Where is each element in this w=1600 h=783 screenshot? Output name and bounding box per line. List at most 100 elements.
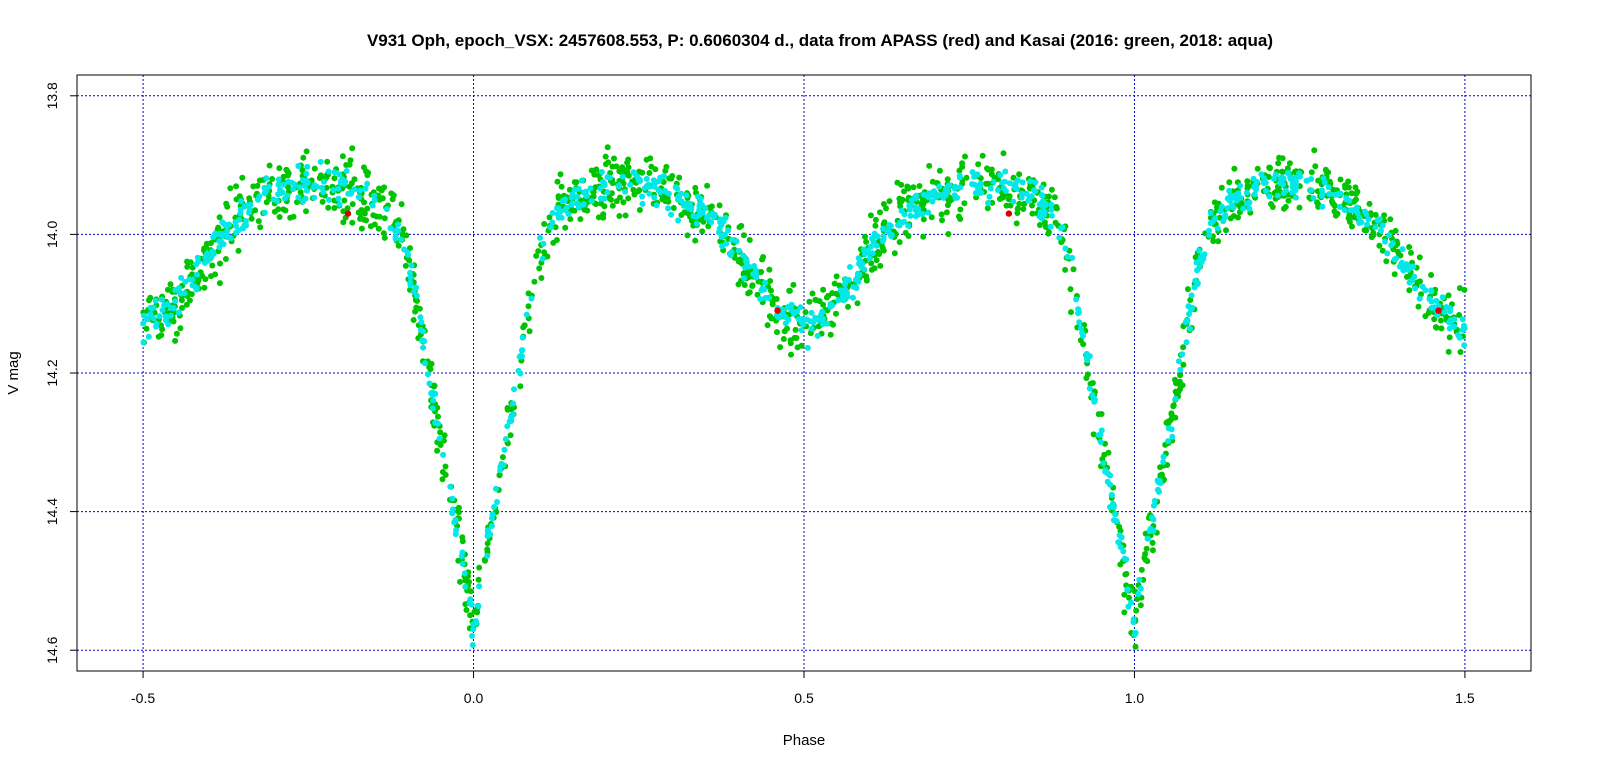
data-point <box>224 203 231 210</box>
data-point <box>886 222 893 228</box>
data-point <box>408 262 415 269</box>
data-point <box>1135 591 1142 598</box>
data-point <box>723 240 730 247</box>
data-point <box>857 257 864 264</box>
data-point <box>588 167 595 174</box>
data-point <box>1095 432 1102 438</box>
data-point <box>303 170 310 177</box>
data-point <box>319 198 326 205</box>
data-point <box>768 287 774 294</box>
data-point <box>1047 223 1054 230</box>
data-point <box>683 192 690 199</box>
data-point <box>1279 155 1286 162</box>
data-point <box>1415 303 1422 310</box>
data-point <box>601 203 608 210</box>
data-point <box>1432 324 1439 331</box>
data-point <box>574 193 581 200</box>
apass-point <box>774 307 781 314</box>
data-point <box>636 207 643 213</box>
data-point <box>356 194 363 201</box>
data-point <box>392 235 399 242</box>
data-point <box>371 197 378 204</box>
data-point <box>1296 204 1303 211</box>
data-point <box>1319 203 1326 210</box>
data-point <box>1144 558 1151 565</box>
data-point <box>622 212 629 219</box>
data-point <box>407 279 414 286</box>
data-point <box>553 237 560 243</box>
data-point <box>716 229 722 236</box>
data-point <box>300 198 307 205</box>
data-point <box>1041 208 1048 215</box>
data-point <box>331 205 338 211</box>
data-point <box>1155 479 1162 486</box>
data-point <box>227 185 234 192</box>
data-point <box>865 248 872 255</box>
data-point <box>1325 184 1332 191</box>
data-point <box>652 166 659 173</box>
data-point <box>1102 468 1109 475</box>
x-tick-label: 1.5 <box>1455 690 1475 706</box>
data-point <box>339 153 346 160</box>
data-point <box>1348 190 1355 197</box>
data-point <box>376 213 383 220</box>
light-curve-chart: V931 Oph, epoch_VSX: 2457608.553, P: 0.6… <box>5 31 1532 749</box>
data-point <box>343 168 350 174</box>
data-point <box>692 237 699 244</box>
data-point <box>1098 411 1105 417</box>
data-point <box>868 266 875 273</box>
data-point <box>153 323 160 330</box>
data-point <box>675 217 682 224</box>
data-point <box>201 284 208 291</box>
data-point <box>866 255 873 262</box>
data-point <box>896 222 903 229</box>
data-point <box>1036 213 1043 220</box>
data-point <box>668 211 675 218</box>
data-point <box>562 207 569 213</box>
data-point <box>204 250 211 257</box>
data-point <box>1013 220 1020 227</box>
data-point <box>782 314 789 320</box>
data-point <box>750 271 757 278</box>
data-point <box>653 202 660 209</box>
x-axis: -0.5 0.0 0.5 1.0 1.5 <box>131 671 1475 706</box>
data-point <box>896 195 903 202</box>
data-point <box>1206 227 1212 234</box>
data-point <box>1376 216 1383 223</box>
data-point <box>1182 319 1189 326</box>
data-point <box>571 179 578 186</box>
data-point <box>1029 202 1035 209</box>
data-point <box>1150 502 1157 509</box>
data-point <box>1062 266 1069 273</box>
data-point <box>975 161 982 168</box>
data-point <box>580 201 587 208</box>
data-point <box>1107 481 1114 488</box>
data-point <box>1342 184 1349 191</box>
data-point <box>910 184 917 191</box>
data-point <box>1105 449 1112 456</box>
data-point <box>1398 259 1405 266</box>
data-point <box>282 207 289 214</box>
data-point <box>242 218 249 224</box>
data-point <box>604 189 611 196</box>
data-point <box>1039 203 1046 210</box>
data-point <box>389 196 396 203</box>
data-point <box>349 145 356 152</box>
data-point <box>1039 192 1046 199</box>
data-point <box>1051 194 1058 201</box>
data-point <box>808 309 815 316</box>
data-point <box>625 195 632 202</box>
data-point <box>430 397 437 404</box>
data-point <box>285 178 292 185</box>
data-point <box>704 182 711 189</box>
data-point <box>746 237 753 243</box>
data-point <box>1048 206 1055 213</box>
data-point <box>1382 238 1388 245</box>
data-point <box>511 386 517 393</box>
data-point <box>420 328 426 335</box>
data-point <box>1326 191 1333 198</box>
data-point <box>1124 587 1131 593</box>
data-point <box>920 233 927 240</box>
data-point <box>311 194 318 201</box>
data-point <box>1388 242 1395 249</box>
